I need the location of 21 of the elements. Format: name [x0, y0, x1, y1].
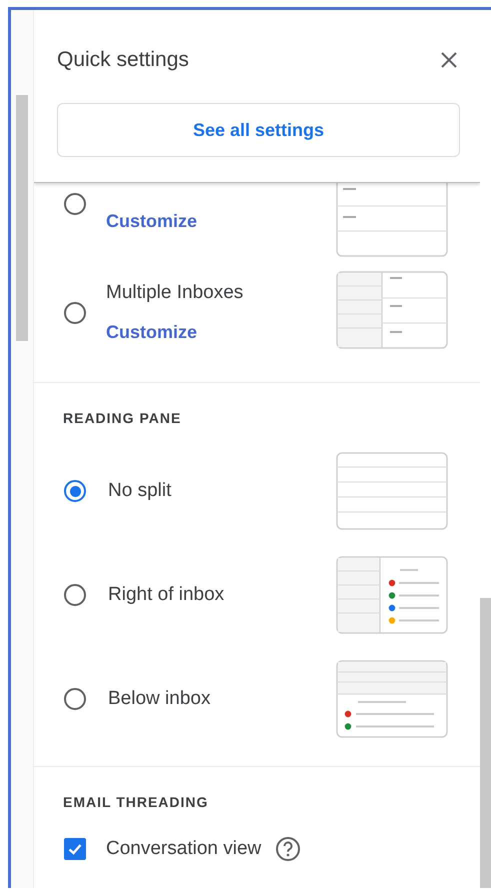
section-heading: EMAIL THREADING — [62, 793, 210, 810]
section-heading: READING PANE — [62, 409, 182, 426]
scrollbar-thumb[interactable] — [16, 95, 28, 341]
see-all-settings-button[interactable]: See all settings — [57, 103, 460, 157]
option-label: Multiple Inboxes — [106, 282, 244, 304]
customize-link[interactable]: Customize — [106, 322, 336, 343]
option-label: No split — [108, 480, 172, 502]
help-icon[interactable] — [275, 836, 302, 862]
radio-button[interactable] — [64, 193, 86, 215]
scrollbar-thumb[interactable] — [480, 598, 491, 888]
checkbox[interactable] — [64, 838, 86, 860]
radio-button[interactable] — [64, 302, 86, 324]
radio-button[interactable] — [64, 584, 86, 606]
option-label: Conversation view — [106, 838, 262, 860]
close-icon[interactable] — [440, 51, 458, 69]
radio-button[interactable] — [64, 480, 86, 502]
radio-button[interactable] — [64, 688, 86, 710]
customize-link[interactable]: Customize — [106, 211, 336, 232]
panel-title: Quick settings — [57, 48, 189, 72]
option-label: Right of inbox — [108, 584, 226, 606]
option-label: Below inbox — [108, 688, 212, 710]
